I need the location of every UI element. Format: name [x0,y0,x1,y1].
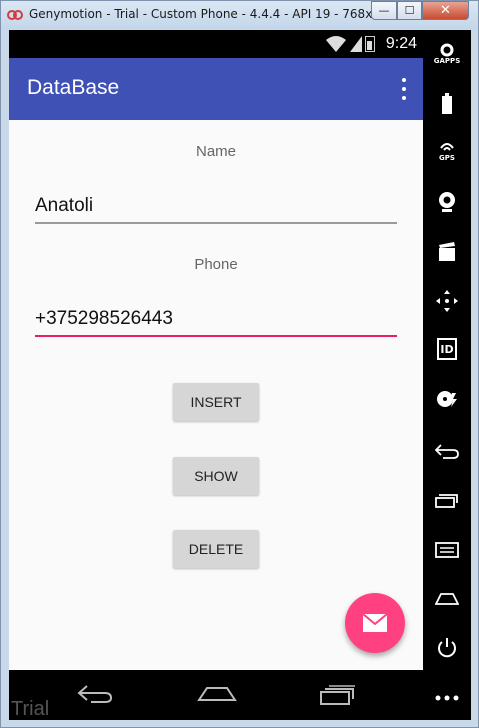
side-recent-apps-icon[interactable] [435,488,459,512]
minimize-button[interactable]: — [371,1,397,20]
close-button[interactable]: ✕ [422,1,469,20]
name-label: Name [195,143,236,160]
device-id-icon[interactable]: ID [437,338,457,360]
recent-apps-icon[interactable] [319,684,357,706]
back-icon[interactable] [77,684,113,704]
email-fab-button[interactable] [345,593,405,653]
close-icon: ✕ [440,3,451,18]
window-titlebar[interactable]: Genymotion - Trial - Custom Phone - 4.4.… [1,1,478,29]
main-content: Name Phone INSERT SHOW DELETE [9,120,423,670]
signal-icon [350,36,362,52]
android-nav-bar: Trial [9,670,423,720]
envelope-icon [362,613,388,632]
side-back-icon[interactable] [435,440,459,464]
name-input[interactable] [35,190,397,222]
phone-input[interactable] [35,303,397,335]
app-title: DataBase [27,76,120,99]
emulator-window: Genymotion - Trial - Custom Phone - 4.4.… [0,0,479,728]
remote-control-icon[interactable] [435,289,459,313]
gapps-icon[interactable]: GAPPS [434,42,460,66]
wifi-icon [326,36,346,52]
minimize-icon: — [378,4,390,17]
insert-button[interactable]: INSERT [173,383,259,421]
app-toolbar: DataBase [9,58,423,120]
webcam-icon[interactable] [435,190,459,214]
battery-icon [365,36,375,52]
screencast-icon[interactable] [435,240,459,264]
emulator-screen: 9:24 DataBase Name Phone INSERT SHOW DEL… [9,30,471,720]
trial-watermark: Trial [11,698,50,720]
genymotion-logo-icon [7,10,23,20]
side-menu-icon[interactable] [435,538,459,562]
phone-label: Phone [194,256,238,273]
maximize-button[interactable]: ☐ [397,1,422,20]
disk-io-icon[interactable] [435,387,459,411]
gps-icon[interactable]: GPS [435,140,459,164]
side-home-icon[interactable] [435,587,459,611]
battery-control-icon[interactable] [435,92,459,116]
emulator-toolbar: GAPPS GPS ID [423,30,471,720]
status-bar: 9:24 [9,30,423,58]
maximize-icon: ☐ [404,4,415,17]
home-icon[interactable] [197,684,237,706]
power-icon[interactable] [435,636,459,660]
show-button[interactable]: SHOW [173,457,259,495]
phone-field-container [35,303,397,337]
delete-button[interactable]: DELETE [173,530,259,568]
window-title: Genymotion - Trial - Custom Phone - 4.4.… [29,7,407,21]
overflow-menu-icon[interactable] [401,78,407,100]
status-time: 9:24 [385,35,417,52]
more-options-icon[interactable] [435,686,459,710]
name-field-container [35,190,397,224]
